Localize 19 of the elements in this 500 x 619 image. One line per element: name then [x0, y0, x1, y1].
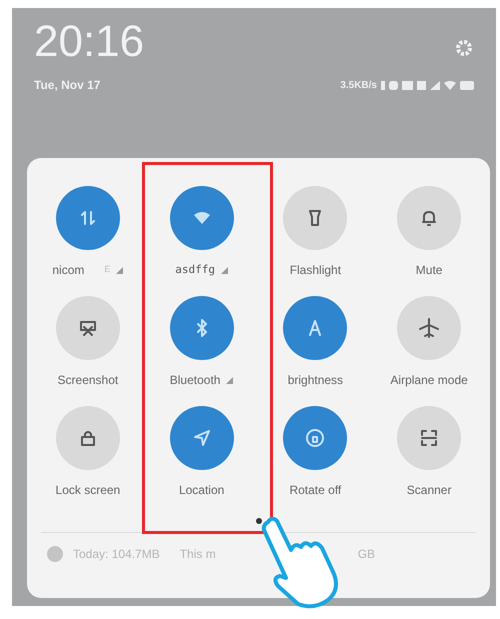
- tile-label: Flashlight: [290, 262, 342, 279]
- month-usage-start: This m: [180, 546, 216, 563]
- today-usage: Today: 104.7MB: [73, 546, 160, 563]
- month-usage-end: GB: [358, 546, 376, 563]
- tile-label: Location: [178, 482, 224, 499]
- tile-label: Bluetooth: [170, 372, 220, 389]
- tile-label: Scanner: [406, 482, 452, 499]
- clock-time: 20:16: [34, 20, 144, 64]
- tile-label: Screenshot: [58, 372, 118, 389]
- tile-label: brightness: [288, 372, 344, 389]
- tile-label: Airplane mode: [390, 372, 468, 389]
- date-text: Tue, Nov 17: [34, 77, 100, 94]
- network-speed: 3.5KB/s: [340, 78, 377, 92]
- tile-label: asdffg: [175, 262, 215, 278]
- tile-label: nicom: [52, 262, 84, 279]
- tile-label: Mute: [416, 262, 442, 279]
- tile-label: Lock screen: [56, 482, 120, 499]
- network-type: E: [104, 263, 110, 276]
- tile-label: Rotate off: [289, 482, 342, 499]
